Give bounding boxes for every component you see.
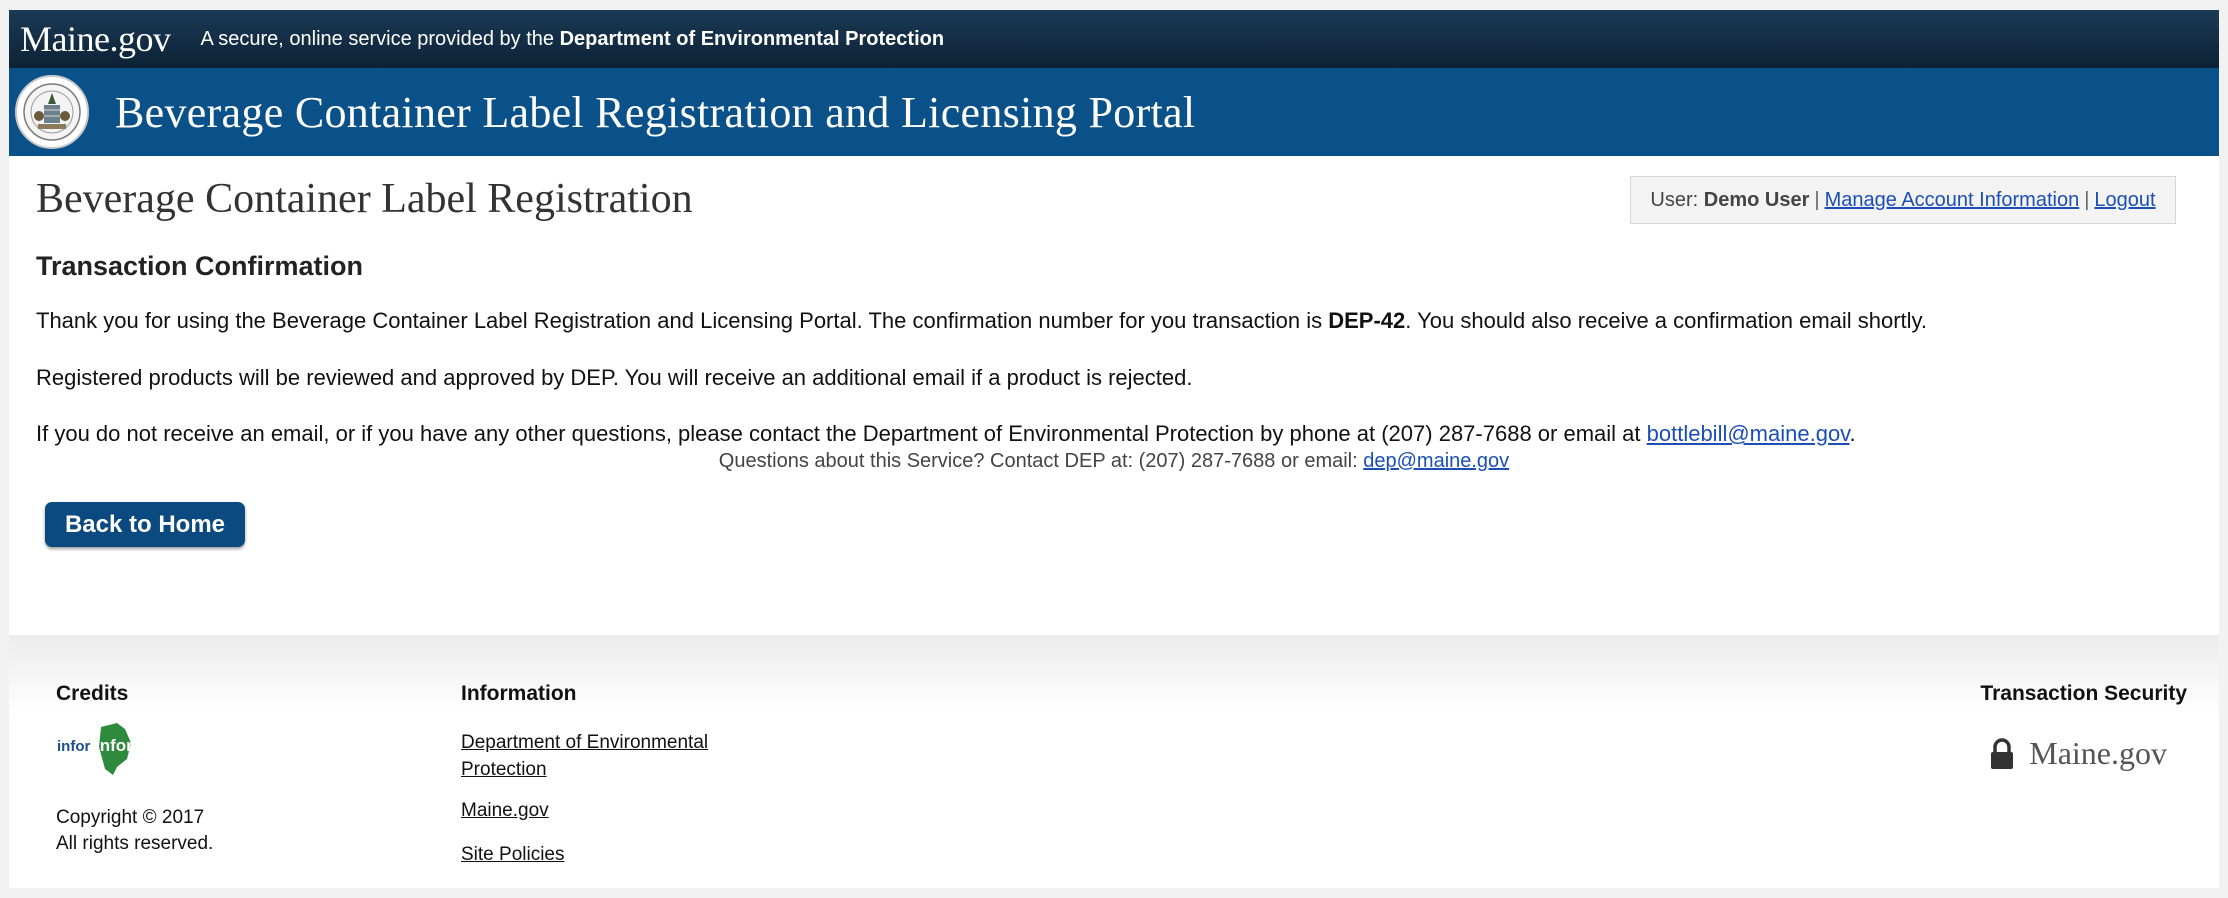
back-to-home-button[interactable]: Back to Home [45, 502, 245, 547]
user-name: Demo User [1703, 188, 1810, 211]
page-title: Beverage Container Label Registration [36, 176, 693, 222]
transaction-security-heading: Transaction Security [1980, 682, 2187, 705]
contact-text-end: . [1849, 421, 1856, 446]
dep-footer-link[interactable]: Department of Environmental Protection [461, 732, 708, 780]
contact-text: If you do not receive an email, or if yo… [36, 421, 1641, 446]
rights-reserved: All rights reserved. [56, 833, 214, 854]
portal-banner: Beverage Container Label Registration an… [9, 68, 2219, 156]
credits-heading: Credits [56, 682, 129, 705]
portal-title: Beverage Container Label Registration an… [115, 87, 1196, 137]
maine-gov-logo[interactable]: Maine.gov [20, 18, 171, 60]
confirmation-text-end: . You should also receive a confirmation… [1405, 308, 1928, 333]
service-questions: Questions about this Service? Contact DE… [9, 450, 2219, 473]
footer: Credits infor inforME Copyright © 2017 A… [9, 635, 2219, 888]
informe-logo-text: inforME [95, 736, 135, 755]
service-provider-text: A secure, online service provided by the… [200, 28, 944, 51]
maine-seal-icon [15, 75, 89, 149]
page: Maine.gov A secure, online service provi… [9, 10, 2219, 888]
confirmation-number: DEP-42 [1328, 308, 1406, 333]
bottlebill-email-link[interactable]: bottlebill@maine.gov [1647, 421, 1850, 446]
separator: | [1814, 188, 1820, 211]
copyright: Copyright © 2017 All rights reserved. [56, 805, 213, 857]
separator: | [2084, 188, 2090, 211]
user-account-box: User: Demo User | Manage Account Informa… [1630, 176, 2176, 224]
service-provider-name: Department of Environmental Protection [559, 27, 945, 50]
dep-footer-link-line2: Protection [461, 759, 547, 780]
manage-account-link[interactable]: Manage Account Information [1825, 189, 2080, 212]
section-title: Transaction Confirmation [36, 251, 364, 281]
svg-text:infor: infor [57, 738, 90, 755]
contact-paragraph: If you do not receive an email, or if yo… [36, 421, 1856, 447]
transaction-security-logo[interactable]: Maine.gov [1989, 735, 2167, 772]
dep-email-link[interactable]: dep@maine.gov [1363, 450, 1509, 472]
confirmation-paragraph: Thank you for using the Beverage Contain… [36, 308, 1927, 334]
maine-gov-footer-link[interactable]: Maine.gov [461, 800, 549, 821]
maine-gov-link-block: Maine.gov [461, 800, 549, 822]
dep-link-block: Department of Environmental Protection [461, 730, 708, 784]
review-paragraph: Registered products will be reviewed and… [36, 365, 1193, 390]
service-provider-prefix: A secure, online service provided by the [200, 27, 555, 50]
logout-link[interactable]: Logout [2094, 189, 2155, 212]
site-policies-link[interactable]: Site Policies [461, 844, 565, 865]
security-maine-gov-text: Maine.gov [2029, 735, 2167, 771]
confirmation-text: Thank you for using the Beverage Contain… [36, 308, 1323, 333]
lock-icon [1991, 737, 2014, 769]
dep-footer-link-line1: Department of Environmental [461, 732, 709, 753]
service-questions-text: Questions about this Service? Contact DE… [718, 450, 1358, 472]
top-bar: Maine.gov A secure, online service provi… [9, 10, 2219, 68]
user-label: User: [1650, 188, 1699, 211]
site-policies-link-block: Site Policies [461, 844, 565, 866]
information-heading: Information [461, 682, 577, 705]
informe-logo[interactable]: infor inforME [55, 721, 158, 782]
copyright-year: Copyright © 2017 [56, 807, 205, 828]
